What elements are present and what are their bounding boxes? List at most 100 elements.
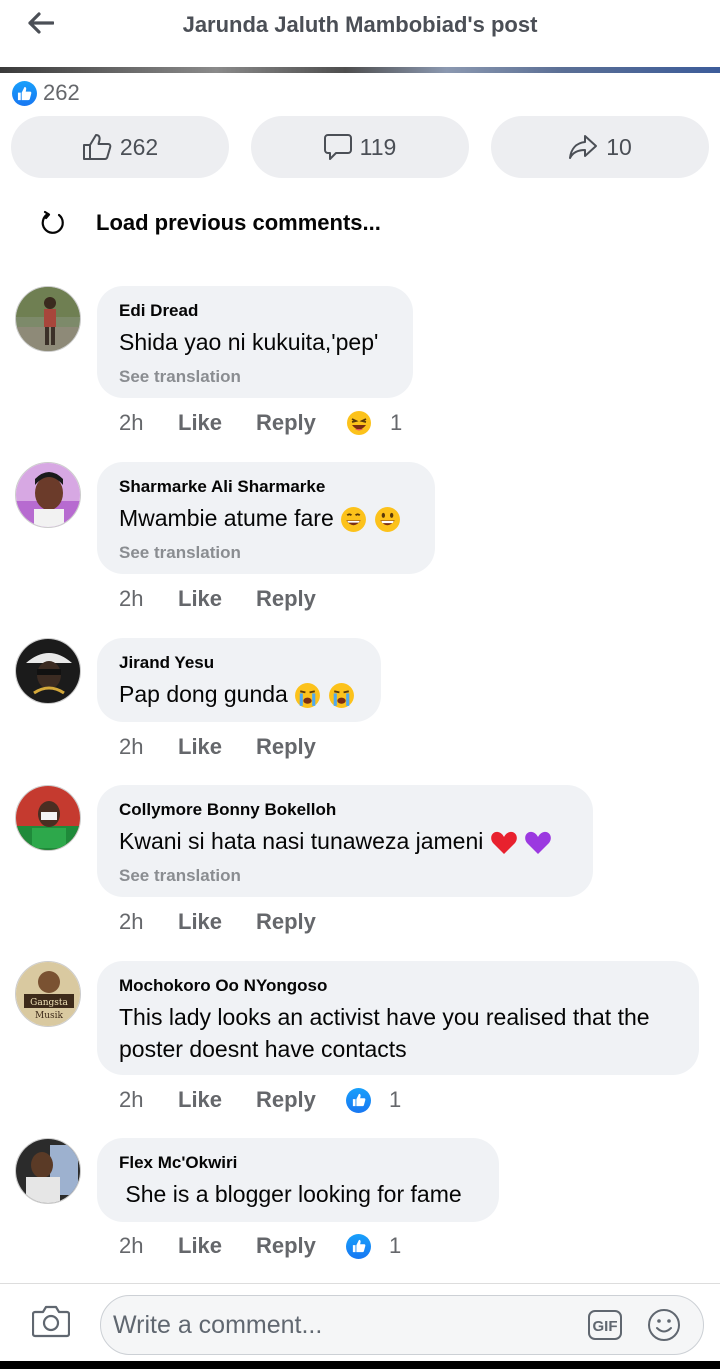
smiley-icon [648,1309,680,1341]
comment-text-line: This lady looks an activist have you rea… [119,1004,650,1030]
comment-text-body: Pap dong gunda [119,681,288,707]
comment-meta: 2h Like Reply 1 [119,410,402,436]
comment-like-button[interactable]: Like [178,909,256,935]
comment-author[interactable]: Sharmarke Ali Sharmarke [119,476,413,498]
reaction-count: 262 [43,80,80,105]
comment-author[interactable]: Jirand Yesu [119,652,359,674]
comment-time: 2h [119,1233,144,1258]
see-translation-link[interactable]: See translation [119,542,413,564]
comment-text: Shida yao ni kukuita,'pep' [119,329,379,355]
comment-like-button[interactable]: Like [178,734,256,760]
comment-time: 2h [119,1087,144,1112]
comment-reply-button[interactable]: Reply [256,734,338,760]
avatar[interactable] [15,1138,81,1204]
purple-heart-icon [525,831,551,854]
comment-reply-button[interactable]: Reply [256,410,338,436]
comment-time: 2h [119,734,144,759]
gif-icon: GIF [588,1310,622,1340]
like-reaction-icon [346,1087,371,1113]
comment-meta: 2h Like Reply 1 [119,1087,401,1113]
avatar[interactable] [15,462,81,528]
comment-reply-button[interactable]: Reply [256,1087,338,1113]
post-image-edge [0,67,720,73]
comment-meta: 2h Like Reply [119,909,338,935]
comment-reply-button[interactable]: Reply [256,586,338,612]
grinning-emoji-icon [374,507,400,533]
comment-time: 2h [119,410,144,435]
comment-bubble[interactable]: Mochokoro Oo NYongoso This lady looks an… [97,961,699,1075]
comment-like-button[interactable]: Like [178,1233,256,1259]
comment-reply-button[interactable]: Reply [256,1233,338,1259]
post-actions: 262 119 10 [11,116,709,178]
reaction-count: 1 [389,1087,402,1112]
reaction-count: 1 [389,1233,402,1258]
grinning-sweat-emoji-icon [341,507,367,533]
comment-composer: Write a comment... GIF [0,1283,720,1361]
comment-reply-button[interactable]: Reply [256,909,338,935]
comment-like-button[interactable]: Like [178,410,256,436]
gif-button[interactable]: GIF [587,1309,623,1346]
comment-reactions[interactable]: 1 [346,1233,401,1259]
comment-meta: 2h Like Reply [119,734,338,760]
laughing-emoji-icon [347,411,371,435]
avatar[interactable]: Gangsta Musik [15,961,81,1027]
comment-bubble[interactable]: Flex Mc'Okwiri She is a blogger looking … [97,1138,499,1222]
reaction-summary[interactable]: 262 [12,80,80,106]
comment-meta: 2h Like Reply [119,586,338,612]
like-badge-icon [12,80,37,106]
page-title: Jarunda Jaluth Mambobiad's post [182,12,538,37]
comment-reactions[interactable]: 1 [346,1087,401,1113]
comment-bubble[interactable]: Edi Dread Shida yao ni kukuita,'pep' See… [97,286,413,398]
emoji-button[interactable] [647,1308,681,1347]
crying-emoji-icon [295,683,321,709]
system-nav-bar [0,1361,720,1369]
share-icon [569,135,598,159]
svg-text:Gangsta: Gangsta [30,998,68,1008]
camera-icon [31,1305,71,1338]
comment-author[interactable]: Flex Mc'Okwiri [119,1152,477,1174]
comment-author[interactable]: Collymore Bonny Bokelloh [119,799,571,821]
comment-author[interactable]: Edi Dread [119,300,391,322]
comment-bubble[interactable]: Jirand Yesu Pap dong gunda [97,638,381,722]
comment-like-button[interactable]: Like [178,586,256,612]
see-translation-link[interactable]: See translation [119,865,571,887]
comment-text-line: poster doesnt have contacts [119,1036,407,1062]
avatar[interactable] [15,785,81,851]
comment-meta: 2h Like Reply 1 [119,1233,401,1259]
comment-bubble[interactable]: Collymore Bonny Bokelloh Kwani si hata n… [97,785,593,897]
like-button[interactable]: 262 [11,116,229,178]
comment-text: Pap dong gunda [119,678,359,710]
crying-emoji-icon [328,683,354,709]
comment-text: Kwani si hata nasi tunaweza jameni [119,825,571,857]
refresh-icon [41,210,64,234]
comment-time: 2h [119,909,144,934]
avatar[interactable] [15,286,81,352]
comment-bubble[interactable]: Sharmarke Ali Sharmarke Mwambie atume fa… [97,462,435,574]
red-heart-icon [490,831,517,854]
load-previous-comments[interactable]: Load previous comments... [40,210,381,236]
comment-input-placeholder: Write a comment... [113,1311,323,1339]
load-previous-label: Load previous comments... [96,210,381,235]
comment-like-button[interactable]: Like [178,1087,256,1113]
share-count: 10 [606,133,632,160]
comment-button[interactable]: 119 [251,116,469,178]
comment-text: Mwambie atume fare [119,502,413,534]
avatar[interactable] [15,638,81,704]
comment-input[interactable]: Write a comment... GIF [100,1295,704,1355]
comment-time: 2h [119,586,144,611]
reaction-count: 1 [390,410,403,435]
comment-text: This lady looks an activist have you rea… [119,1001,677,1065]
svg-text:GIF: GIF [593,1318,618,1335]
like-count: 262 [119,133,159,160]
camera-button[interactable] [31,1304,71,1343]
comment-text: She is a blogger looking for fame [119,1181,462,1207]
comment-author[interactable]: Mochokoro Oo NYongoso [119,975,677,997]
post-header: Jarunda Jaluth Mambobiad's post [0,0,720,68]
comment-count: 119 [359,133,397,160]
see-translation-link[interactable]: See translation [119,366,391,388]
comment-reactions[interactable]: 1 [346,410,402,436]
comment-text-body: Kwani si hata nasi tunaweza jameni [119,828,484,854]
share-button[interactable]: 10 [491,116,709,178]
comment-icon [323,134,352,160]
comment-text-body: Mwambie atume fare [119,505,334,531]
